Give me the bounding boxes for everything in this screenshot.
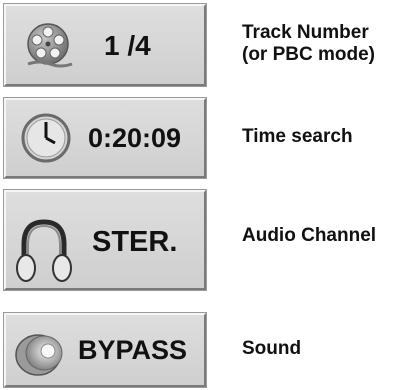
sound-value: BYPASS — [78, 335, 188, 365]
track-number-label: Track Number (or PBC mode) — [242, 22, 375, 65]
headphones-icon — [14, 216, 76, 289]
film-reel-icon — [24, 20, 74, 75]
time-search-value: 0:20:09 — [88, 123, 182, 153]
audio-channel-panel[interactable]: STER. — [4, 190, 206, 290]
track-number-value: 1 /4 — [104, 30, 151, 61]
speaker-icon — [14, 329, 72, 382]
sound-panel[interactable]: BYPASS — [4, 313, 206, 387]
time-search-panel[interactable]: 0:20:09 — [4, 98, 206, 178]
clock-icon — [20, 112, 72, 169]
sound-label: Sound — [242, 338, 302, 359]
audio-channel-value: STER. — [92, 226, 178, 258]
time-search-label: Time search — [242, 126, 353, 147]
audio-channel-label: Audio Channel — [242, 225, 377, 246]
track-number-panel[interactable]: 1 /4 — [4, 4, 206, 86]
